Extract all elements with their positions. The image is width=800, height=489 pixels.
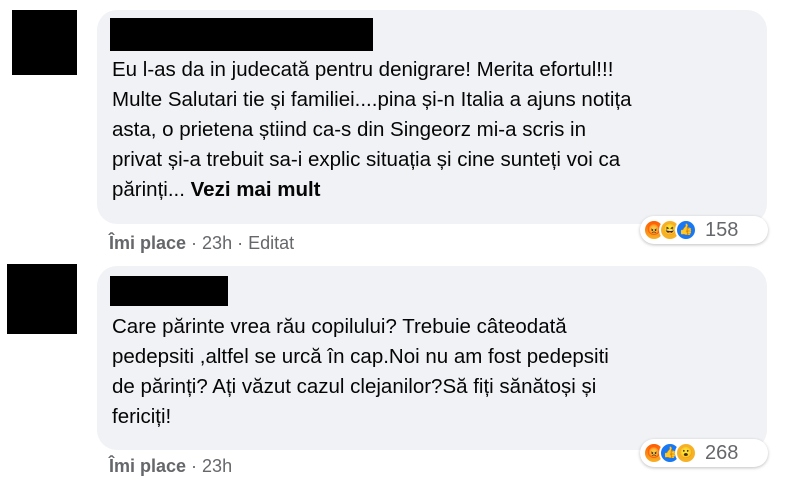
reactions-summary[interactable]: 😡 👍 😮 268 (640, 439, 768, 467)
like-icon: 👍 (675, 219, 697, 241)
separator: · (237, 233, 244, 253)
separator: · (191, 233, 198, 253)
comment-actions: Îmi place · 23h · Editat (109, 233, 294, 254)
redacted-commenter-name[interactable] (110, 18, 373, 51)
reaction-count: 158 (705, 218, 739, 241)
comment-bubble: Eu l-as da in judecată pentru denigrare!… (97, 10, 767, 224)
reaction-count: 268 (705, 441, 739, 464)
reactions-summary[interactable]: 😡 😆 👍 158 (640, 216, 768, 244)
like-button[interactable]: Îmi place (109, 233, 186, 254)
redacted-commenter-name[interactable] (110, 276, 228, 306)
comment-actions: Îmi place · 23h (109, 456, 232, 477)
comment-time[interactable]: 23h (202, 233, 232, 254)
like-button[interactable]: Îmi place (109, 456, 186, 477)
edited-label[interactable]: Editat (248, 233, 294, 254)
wow-icon: 😮 (675, 442, 697, 464)
see-more-link[interactable]: Vezi mai mult (191, 178, 321, 201)
comment-text: Care părinte vrea rău copilului? Trebuie… (112, 315, 609, 428)
commenter-avatar[interactable] (7, 264, 77, 334)
separator: · (191, 456, 198, 476)
comment-text: Eu l-as da in judecată pentru denigrare!… (112, 55, 747, 205)
comment-bubble: Care părinte vrea rău copilului? Trebuie… (97, 266, 767, 450)
comment-time[interactable]: 23h (202, 456, 232, 477)
commenter-avatar[interactable] (12, 10, 77, 75)
